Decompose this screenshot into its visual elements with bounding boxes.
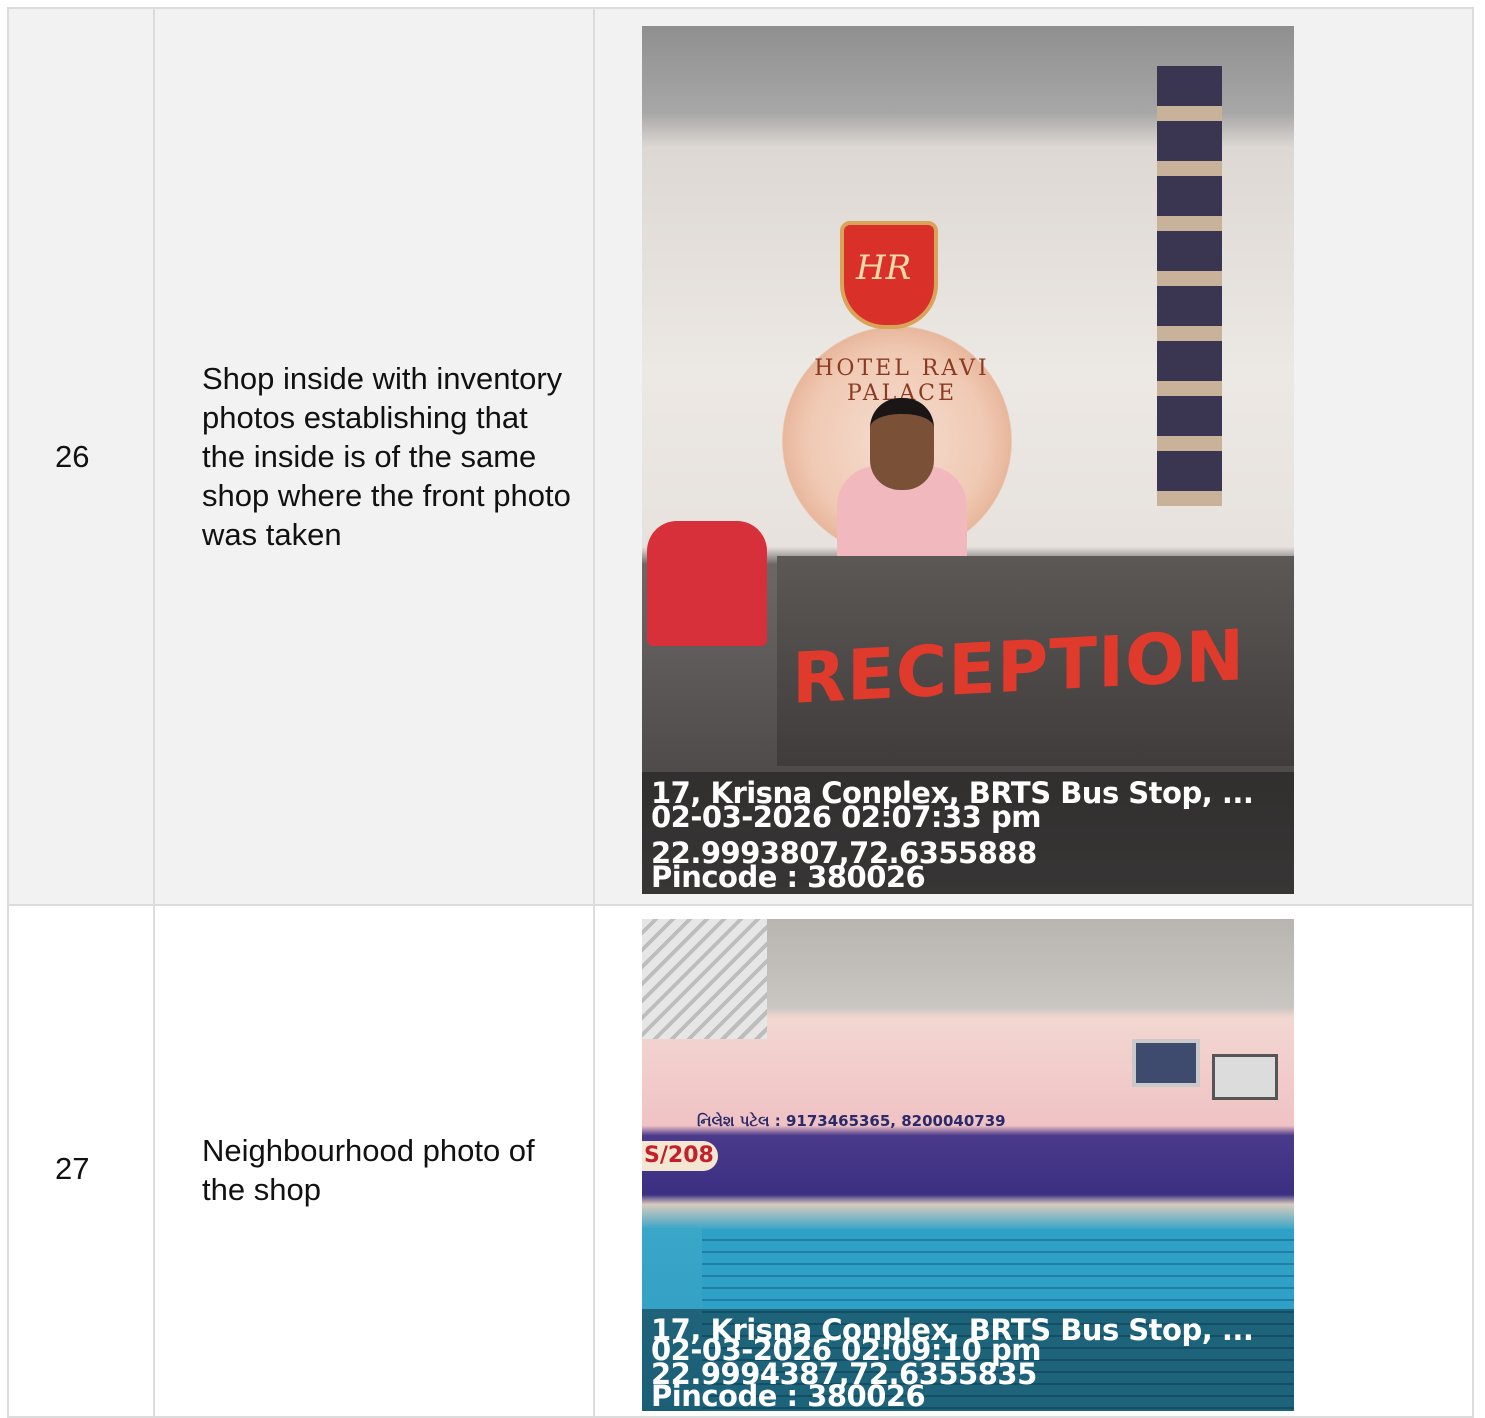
shop-front-photo[interactable]: નિલેશ પટેલ : 9173465365, 8200040739 S/20… [642,919,1294,1411]
photo-caption: 17, Krisna Conplex, BRTS Bus Stop, ... 0… [642,1309,1294,1411]
logo-mark: HR [856,248,912,288]
row-number-text: 26 [55,438,90,474]
row-description: Shop inside with inventory photos establ… [153,7,595,906]
row-number: 27 [7,904,155,1418]
person-head [870,398,934,490]
row-photo-cell: નિલેશ પટેલ : 9173465365, 8200040739 S/20… [593,904,1474,1418]
red-chair [647,521,767,646]
row-photo-cell: HR HOTEL RAVI PALACE RECEPTION 17, Krisn… [593,7,1474,906]
shop-number-text: S/208 [644,1143,714,1168]
row-number-text: 27 [55,1151,90,1186]
row-number: 26 [7,7,155,906]
row-description-text: Neighbourhood photo of the shop [202,1133,535,1207]
curtain [1157,66,1222,506]
table-row: 27 Neighbourhood photo of the shop નિલેશ… [7,904,1474,1418]
evidence-table: 26 Shop inside with inventory photos est… [7,7,1474,1418]
printer-icon [1212,1054,1278,1100]
table-row: 26 Shop inside with inventory photos est… [7,7,1474,906]
laptop-icon [1132,1039,1200,1087]
row-description-text: Shop inside with inventory photos establ… [202,361,571,552]
photo-caption: 17, Krisna Conplex, BRTS Bus Stop, ... 0… [642,772,1294,894]
row-description: Neighbourhood photo of the shop [153,904,595,1418]
reception-photo[interactable]: HR HOTEL RAVI PALACE RECEPTION 17, Krisn… [642,26,1294,894]
sign-phone: નિલેશ પટેલ : 9173465365, 8200040739 [697,1112,1006,1130]
ac-unit [642,919,767,1039]
